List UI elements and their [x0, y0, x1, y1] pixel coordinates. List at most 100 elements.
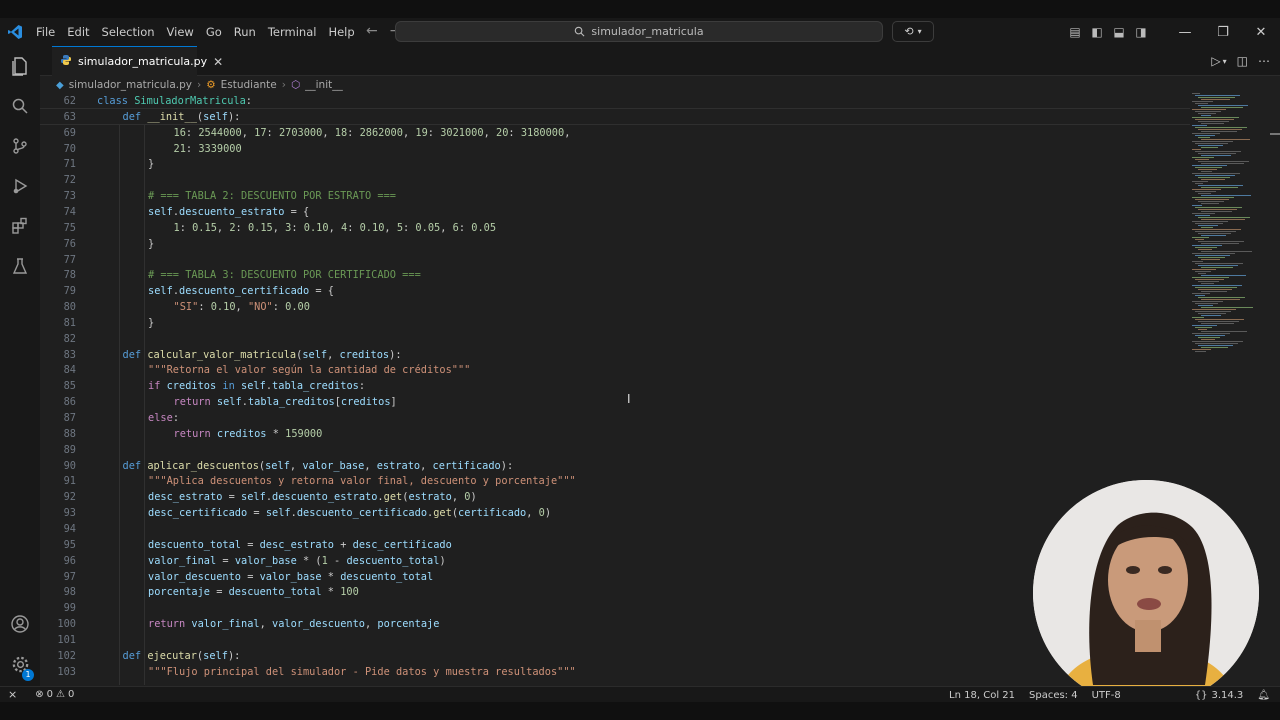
- code-line[interactable]: 93 desc_certificado = self.descuento_cert…: [40, 505, 1190, 521]
- run-dropdown-chevron-icon[interactable]: ▾: [1223, 57, 1227, 66]
- code-line[interactable]: 78 # === TABLA 3: DESCUENTO POR CERTIFICA…: [40, 267, 1190, 283]
- code-line[interactable]: 100 return valor_final, valor_descuento, …: [40, 616, 1190, 632]
- code-line[interactable]: 102 def ejecutar(self):: [40, 648, 1190, 664]
- testing-flask-icon[interactable]: [0, 248, 40, 284]
- breadcrumb-method[interactable]: __init__: [305, 79, 343, 91]
- code-text: if creditos in self.tabla_creditos:: [148, 378, 365, 394]
- scrollbar-thumb[interactable]: [1270, 133, 1280, 135]
- remote-indicator-icon[interactable]: ⨯: [8, 688, 17, 701]
- account-icon[interactable]: [0, 606, 40, 642]
- minimap-line: [1201, 123, 1224, 124]
- minimap-line: [1198, 177, 1230, 178]
- breadcrumb-file[interactable]: simulador_matricula.py: [69, 79, 192, 91]
- more-actions-icon[interactable]: ⋯: [1258, 54, 1270, 68]
- code-editor[interactable]: 62 class SimuladorMatricula: 63 def __init_…: [40, 93, 1190, 685]
- minimap[interactable]: [1192, 93, 1262, 363]
- breadcrumb-class[interactable]: Estudiante: [221, 79, 277, 91]
- code-token: descuento_total: [228, 586, 322, 599]
- close-window-icon[interactable]: ✕: [1242, 25, 1280, 40]
- menu-item-view[interactable]: View: [161, 18, 200, 46]
- line-number: 90: [63, 459, 76, 472]
- python-interpreter[interactable]: {} 3.14.3: [1195, 690, 1244, 701]
- layout-customize-icon[interactable]: ▤: [1064, 25, 1086, 39]
- code-line[interactable]: 101: [40, 632, 1190, 648]
- code-line[interactable]: 81}: [40, 315, 1190, 331]
- split-editor-icon[interactable]: ◫: [1237, 54, 1248, 68]
- menu-item-edit[interactable]: Edit: [61, 18, 95, 46]
- command-center-search[interactable]: simulador_matricula: [395, 21, 883, 42]
- minimap-line: [1195, 119, 1234, 120]
- run-python-file-icon[interactable]: ▷: [1211, 54, 1220, 68]
- code-line[interactable]: 103 """Flujo principal del simulador - Pi…: [40, 664, 1190, 680]
- code-line[interactable]: 77: [40, 252, 1190, 268]
- code-line[interactable]: 79 self.descuento_certificado = {: [40, 283, 1190, 299]
- method-symbol-icon: ⬡: [290, 79, 301, 91]
- code-line[interactable]: 88 return creditos * 159000: [40, 426, 1190, 442]
- extensions-icon[interactable]: [0, 208, 40, 244]
- code-line[interactable]: 70 21: 3339000: [40, 141, 1190, 157]
- run-debug-icon[interactable]: [0, 168, 40, 204]
- toggle-panel-icon[interactable]: ⬓: [1108, 25, 1130, 39]
- code-line[interactable]: 96 valor_final = valor_base * (1 - descue…: [40, 553, 1190, 569]
- code-line[interactable]: 98 porcentaje = descuento_total * 100: [40, 584, 1190, 600]
- code-line[interactable]: 91 """Aplica descuentos y retorna valor f…: [40, 473, 1190, 489]
- copilot-button[interactable]: ⟲ ▾: [892, 21, 934, 42]
- editor-actions: ▷ ▾ ◫ ⋯: [1211, 46, 1270, 76]
- menu-item-terminal[interactable]: Terminal: [262, 18, 323, 46]
- code-line[interactable]: 69 16: 2544000, 17: 2703000, 18: 2862000,…: [40, 125, 1190, 141]
- code-line[interactable]: 94: [40, 521, 1190, 537]
- minimap-line: [1201, 251, 1252, 252]
- code-line[interactable]: 72: [40, 172, 1190, 188]
- file-encoding[interactable]: UTF-8: [1092, 690, 1121, 701]
- menu-item-help[interactable]: Help: [322, 18, 360, 46]
- notifications-bell-icon[interactable]: 🔔︎: [1257, 690, 1270, 701]
- code-line[interactable]: 84 """Retorna el valor según la cantidad …: [40, 362, 1190, 378]
- editor-scrollbar[interactable]: [1268, 93, 1280, 685]
- code-line[interactable]: 71}: [40, 156, 1190, 172]
- menu-item-selection[interactable]: Selection: [96, 18, 161, 46]
- toggle-secondary-sidebar-icon[interactable]: ◨: [1130, 25, 1152, 39]
- search-view-icon[interactable]: [0, 88, 40, 124]
- code-token: valor_base: [259, 570, 322, 583]
- restore-icon[interactable]: ❐: [1204, 25, 1242, 40]
- editor-tabs: simulador_matricula.py ✕ ▷ ▾ ◫ ⋯: [40, 46, 1280, 76]
- code-line[interactable]: 89: [40, 442, 1190, 458]
- menu-item-go[interactable]: Go: [200, 18, 228, 46]
- code-line[interactable]: 87 else:: [40, 410, 1190, 426]
- source-control-icon[interactable]: [0, 128, 40, 164]
- explorer-icon[interactable]: [0, 48, 40, 84]
- code-line[interactable]: 83 def calcular_valor_matricula(self, cre…: [40, 347, 1190, 363]
- sticky-scroll-line[interactable]: 62 class SimuladorMatricula:: [40, 93, 1190, 109]
- menu-item-run[interactable]: Run: [228, 18, 262, 46]
- settings-gear-icon[interactable]: [0, 646, 40, 682]
- code-line[interactable]: 80 "SI": 0.10, "NO": 0.00: [40, 299, 1190, 315]
- code-line[interactable]: 99: [40, 600, 1190, 616]
- breadcrumb-chevron-icon: ›: [281, 79, 286, 91]
- code-line[interactable]: 74 self.descuento_estrato = {: [40, 204, 1190, 220]
- code-line[interactable]: 85 if creditos in self.tabla_creditos:: [40, 378, 1190, 394]
- code-line[interactable]: 97 valor_descuento = valor_base * descuen…: [40, 569, 1190, 585]
- title-bar: File Edit Selection View Go Run Terminal Help ←…: [0, 18, 1280, 46]
- close-tab-icon[interactable]: ✕: [213, 55, 223, 69]
- minimize-icon[interactable]: —: [1166, 25, 1204, 40]
- menu-item-file[interactable]: File: [30, 18, 61, 46]
- minimap-line: [1195, 231, 1236, 232]
- code-line[interactable]: 82: [40, 331, 1190, 347]
- code-line[interactable]: 76}: [40, 236, 1190, 252]
- toggle-sidebar-icon[interactable]: ◧: [1086, 25, 1108, 39]
- tab-simulador-matricula[interactable]: simulador_matricula.py ✕: [52, 46, 223, 76]
- code-line[interactable]: 90 def aplicar_descuentos(self, valor_bas…: [40, 458, 1190, 474]
- code-line[interactable]: 86 return self.tabla_creditos[creditos]: [40, 394, 1190, 410]
- indentation[interactable]: Spaces: 4: [1029, 690, 1078, 701]
- code-token: get: [433, 507, 452, 520]
- code-line[interactable]: 75 1: 0.15, 2: 0.15, 3: 0.10, 4: 0.10, 5:…: [40, 220, 1190, 236]
- sticky-scroll-line[interactable]: 63 def __init__(self):: [40, 108, 1190, 125]
- minimap-line: [1198, 305, 1213, 306]
- code-line[interactable]: 73 # === TABLA 2: DESCUENTO POR ESTRATO =…: [40, 188, 1190, 204]
- cursor-position[interactable]: Ln 18, Col 21: [949, 690, 1015, 701]
- minimap-line: [1201, 315, 1221, 316]
- code-line[interactable]: 92 desc_estrato = self.descuento_estrato.…: [40, 489, 1190, 505]
- back-arrow-icon[interactable]: ←: [366, 23, 378, 39]
- problems-indicator[interactable]: ⊗ 0 ⚠ 0: [35, 689, 74, 700]
- code-line[interactable]: 95 descuento_total = desc_estrato + desc_…: [40, 537, 1190, 553]
